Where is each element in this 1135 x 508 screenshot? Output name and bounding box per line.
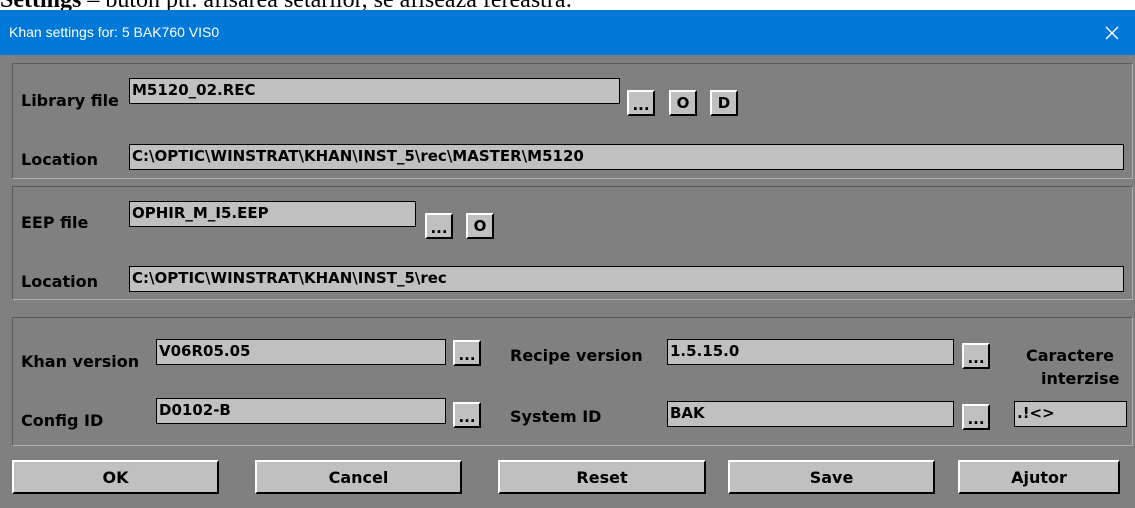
- system-id-browse-button[interactable]: ...: [962, 404, 990, 430]
- recipe-version-browse-button[interactable]: ...: [962, 343, 990, 369]
- forbidden-chars-label-line2: interzise: [1041, 369, 1120, 388]
- library-o-button[interactable]: O: [669, 90, 697, 116]
- cancel-button[interactable]: Cancel: [255, 460, 462, 494]
- eep-location-label: Location: [21, 272, 98, 291]
- khan-version-field[interactable]: V06R05.05: [156, 339, 446, 365]
- help-button[interactable]: Ajutor: [958, 460, 1120, 494]
- recipe-version-label: Recipe version: [510, 346, 643, 365]
- library-d-button[interactable]: D: [710, 90, 738, 116]
- library-location-label: Location: [21, 150, 98, 169]
- save-button[interactable]: Save: [728, 460, 935, 494]
- eep-file-field[interactable]: OPHIR_M_I5.EEP: [129, 201, 416, 227]
- window-title: Khan settings for: 5 BAK760 VIS0: [9, 24, 220, 40]
- eep-browse-button[interactable]: ...: [425, 213, 453, 239]
- reset-button[interactable]: Reset: [498, 460, 706, 494]
- khan-version-label: Khan version: [21, 352, 140, 371]
- eep-o-button[interactable]: O: [466, 213, 494, 239]
- system-id-field[interactable]: BAK: [667, 401, 954, 427]
- recipe-version-field[interactable]: 1.5.15.0: [667, 339, 954, 365]
- library-file-field[interactable]: M5120_02.REC: [129, 78, 620, 104]
- settings-dialog: Khan settings for: 5 BAK760 VIS0 Library…: [0, 10, 1135, 508]
- khan-version-browse-button[interactable]: ...: [453, 340, 481, 366]
- eep-location-field[interactable]: C:\OPTIC\WINSTRAT\KHAN\INST_5\rec: [129, 266, 1124, 292]
- config-id-field[interactable]: D0102-B: [156, 398, 446, 424]
- library-location-field[interactable]: C:\OPTIC\WINSTRAT\KHAN\INST_5\rec\MASTER…: [129, 144, 1124, 170]
- ok-button[interactable]: OK: [12, 460, 219, 494]
- eep-file-label: EEP file: [21, 213, 89, 232]
- system-id-label: System ID: [510, 407, 602, 426]
- forbidden-chars-field[interactable]: .!<>: [1014, 401, 1127, 427]
- close-button[interactable]: [1089, 10, 1135, 55]
- library-browse-button[interactable]: ...: [627, 90, 655, 116]
- config-id-browse-button[interactable]: ...: [453, 402, 481, 428]
- close-icon: [1105, 26, 1119, 39]
- library-file-label: Library file: [21, 91, 119, 110]
- forbidden-chars-label-line1: Caractere: [1026, 346, 1114, 365]
- title-bar[interactable]: Khan settings for: 5 BAK760 VIS0: [0, 10, 1135, 55]
- config-id-label: Config ID: [21, 411, 104, 430]
